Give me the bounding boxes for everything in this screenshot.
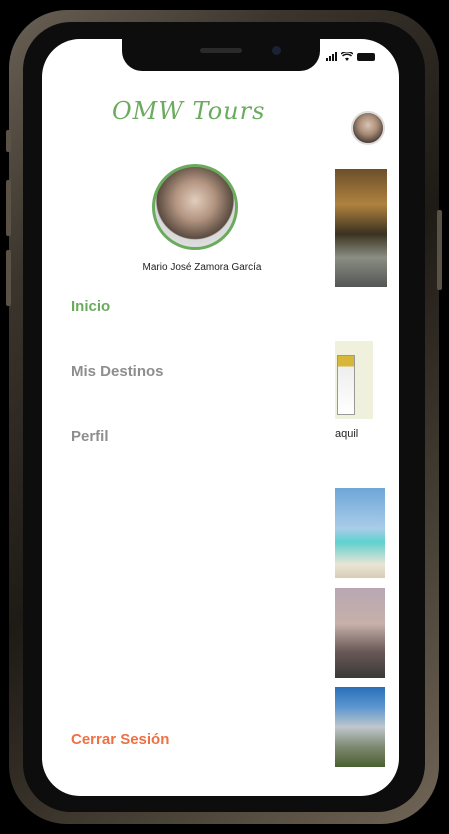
profile-avatar [152, 164, 238, 250]
logout-button[interactable]: Cerrar Sesión [71, 731, 169, 748]
volume-down-button [6, 250, 11, 306]
destination-image-2[interactable] [335, 341, 373, 419]
mute-switch [6, 130, 11, 152]
app-logo: OMW Tours [112, 97, 266, 125]
header-avatar[interactable] [351, 111, 385, 145]
front-camera [272, 46, 281, 55]
speaker [200, 48, 242, 53]
destination-image-3[interactable] [335, 488, 385, 578]
menu-item-inicio[interactable]: Inicio [71, 298, 110, 315]
phone-screen: aquil OMW Tours Mario José Zamora García… [42, 39, 399, 796]
menu-item-perfil[interactable]: Perfil [71, 428, 109, 445]
battery-icon [357, 53, 375, 61]
user-name: Mario José Zamora García [142, 262, 262, 273]
destination-image-4[interactable] [335, 588, 385, 678]
destination-card-title[interactable]: aquil [335, 428, 358, 440]
destination-image-1[interactable] [335, 169, 387, 287]
lighthouse-illustration [337, 355, 355, 415]
wifi-icon [341, 52, 353, 61]
status-bar [326, 52, 375, 61]
power-button [437, 210, 442, 290]
volume-up-button [6, 180, 11, 236]
menu-item-mis-destinos[interactable]: Mis Destinos [71, 363, 164, 380]
destination-image-5[interactable] [335, 687, 385, 767]
notch [122, 39, 320, 71]
signal-icon [326, 52, 337, 61]
